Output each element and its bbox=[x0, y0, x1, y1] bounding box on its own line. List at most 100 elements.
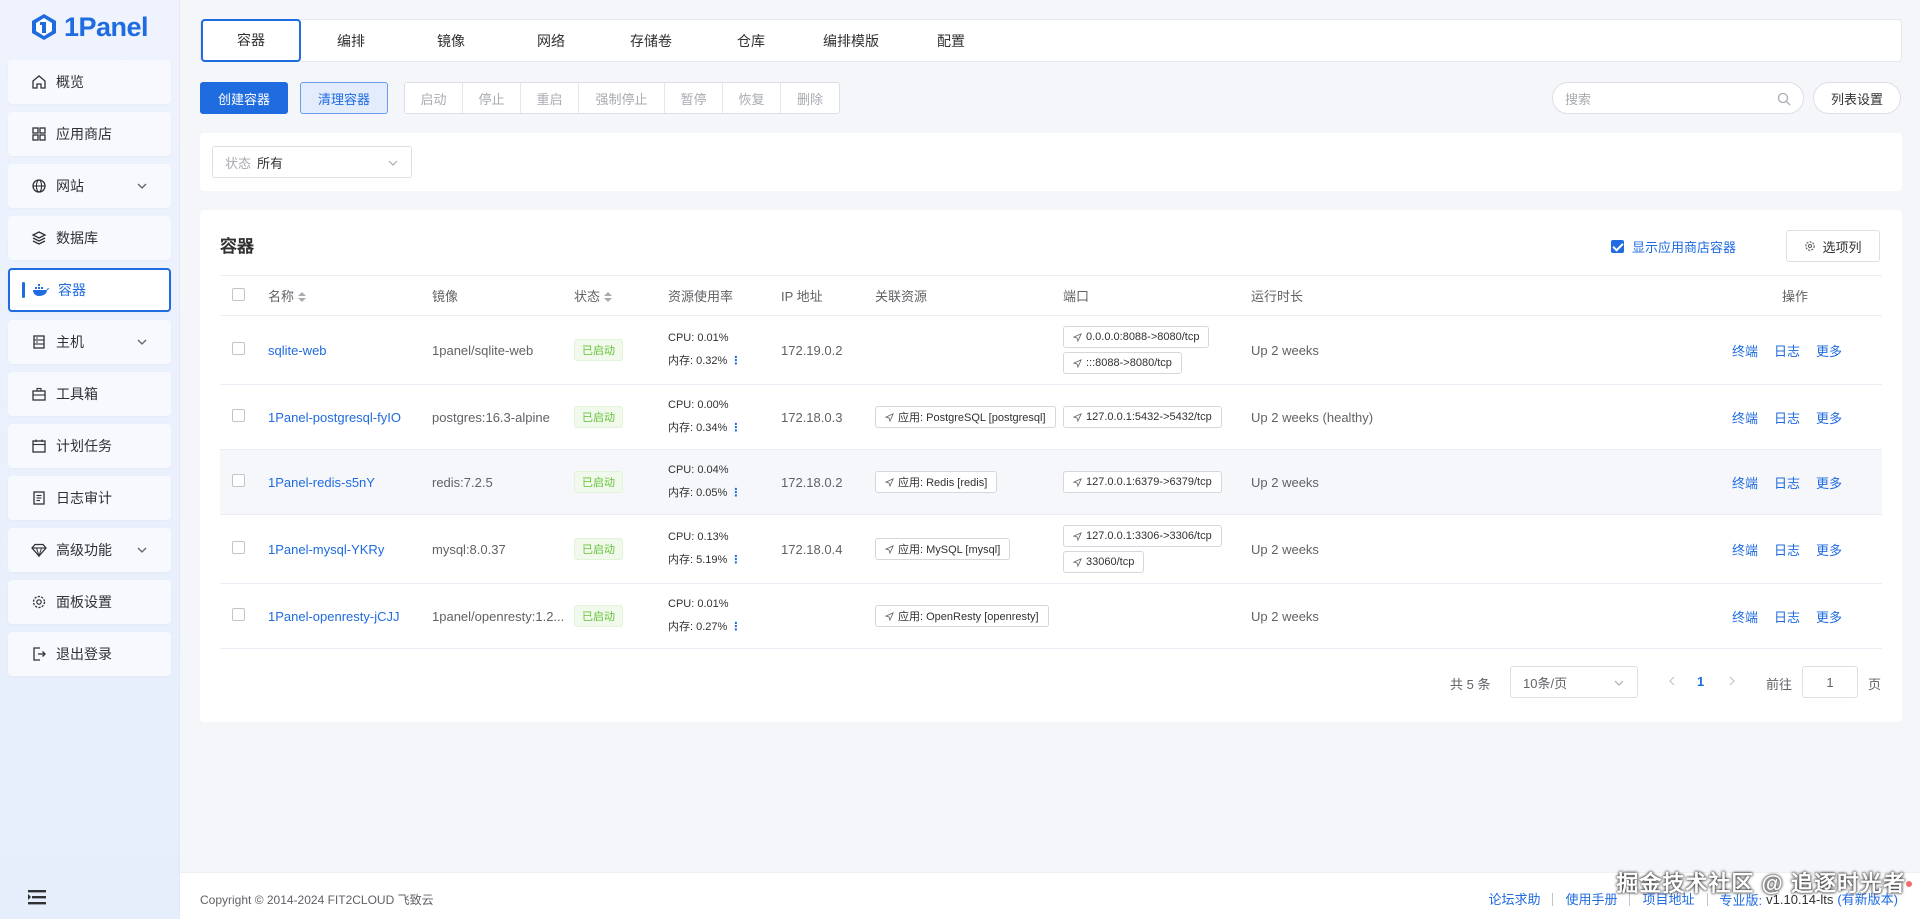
batch-button-4[interactable]: 暂停 bbox=[665, 83, 723, 113]
terminal-button[interactable]: 终端 bbox=[1732, 476, 1758, 491]
port-tag[interactable]: 127.0.0.1:6379->6379/tcp bbox=[1063, 471, 1222, 493]
chevron-right-icon[interactable] bbox=[1726, 675, 1738, 687]
more-vertical-icon[interactable]: ⋮ bbox=[730, 554, 741, 566]
sidebar-item-2[interactable]: 网站 bbox=[8, 164, 171, 208]
page-size-select[interactable]: 10条/页 bbox=[1510, 666, 1638, 698]
more-vertical-icon[interactable]: ⋮ bbox=[730, 621, 741, 633]
row-checkbox[interactable] bbox=[232, 608, 245, 621]
menu-collapse-icon[interactable] bbox=[26, 887, 48, 907]
create-container-button[interactable]: 创建容器 bbox=[200, 82, 288, 114]
forum-link[interactable]: 论坛求助 bbox=[1476, 893, 1554, 906]
grid-icon bbox=[30, 125, 48, 143]
checkbox-checked-icon[interactable] bbox=[1611, 240, 1624, 253]
more-button[interactable]: 更多 bbox=[1816, 344, 1842, 359]
current-page[interactable]: 1 bbox=[1697, 674, 1704, 689]
port-text: 33060/tcp bbox=[1086, 556, 1135, 568]
terminal-button[interactable]: 终端 bbox=[1732, 610, 1758, 625]
sort-icon[interactable] bbox=[298, 292, 307, 302]
port-tag[interactable]: 127.0.0.1:3306->3306/tcp bbox=[1063, 525, 1222, 547]
chevron-down-icon[interactable] bbox=[135, 543, 149, 557]
batch-button-0[interactable]: 启动 bbox=[405, 83, 463, 113]
sidebar-item-label: 退出登录 bbox=[56, 646, 112, 662]
sidebar-item-4[interactable]: 容器 bbox=[8, 268, 171, 312]
sidebar-item-1[interactable]: 应用商店 bbox=[8, 112, 171, 156]
batch-button-5[interactable]: 恢复 bbox=[723, 83, 781, 113]
sidebar-item-10[interactable]: 面板设置 bbox=[8, 580, 171, 624]
chevron-down-icon[interactable] bbox=[135, 335, 149, 349]
log-button[interactable]: 日志 bbox=[1774, 610, 1800, 625]
chevron-left-icon[interactable] bbox=[1666, 675, 1678, 687]
more-button[interactable]: 更多 bbox=[1816, 476, 1842, 491]
link-arrow-icon bbox=[1073, 332, 1082, 342]
sidebar-item-0[interactable]: 概览 bbox=[8, 60, 171, 104]
chevron-down-icon[interactable] bbox=[135, 179, 149, 193]
log-button[interactable]: 日志 bbox=[1774, 476, 1800, 491]
sidebar-item-5[interactable]: 主机 bbox=[8, 320, 171, 364]
log-button[interactable]: 日志 bbox=[1774, 344, 1800, 359]
terminal-button[interactable]: 终端 bbox=[1732, 543, 1758, 558]
container-name-link[interactable]: 1Panel-mysql-YKRy bbox=[268, 542, 384, 557]
terminal-button[interactable]: 终端 bbox=[1732, 344, 1758, 359]
port-tag[interactable]: :::8088->8080/tcp bbox=[1063, 352, 1182, 374]
sidebar-item-8[interactable]: 日志审计 bbox=[8, 476, 171, 520]
search-input[interactable]: 搜索 bbox=[1552, 82, 1804, 114]
link-arrow-icon bbox=[1073, 557, 1082, 567]
logo[interactable]: 1Panel bbox=[0, 0, 179, 54]
log-button[interactable]: 日志 bbox=[1774, 543, 1800, 558]
more-button[interactable]: 更多 bbox=[1816, 543, 1842, 558]
related-resource-tag[interactable]: 应用: MySQL [mysql] bbox=[875, 538, 1011, 560]
container-name-link[interactable]: sqlite-web bbox=[268, 343, 327, 358]
more-button[interactable]: 更多 bbox=[1816, 411, 1842, 426]
more-vertical-icon[interactable]: ⋮ bbox=[730, 355, 741, 367]
row-checkbox[interactable] bbox=[232, 474, 245, 487]
header-ops: 操作 bbox=[1492, 275, 1882, 316]
more-vertical-icon[interactable]: ⋮ bbox=[730, 422, 741, 434]
terminal-button[interactable]: 终端 bbox=[1732, 411, 1758, 426]
port-tag[interactable]: 33060/tcp bbox=[1063, 551, 1145, 573]
search-icon[interactable] bbox=[1777, 92, 1791, 106]
tab-5[interactable]: 仓库 bbox=[701, 20, 801, 61]
tab-7[interactable]: 配置 bbox=[901, 20, 1001, 61]
batch-button-3[interactable]: 强制停止 bbox=[579, 83, 665, 113]
list-settings-button[interactable]: 列表设置 bbox=[1813, 82, 1901, 114]
sidebar-item-11[interactable]: 退出登录 bbox=[8, 632, 171, 676]
sidebar-item-6[interactable]: 工具箱 bbox=[8, 372, 171, 416]
sidebar-item-7[interactable]: 计划任务 bbox=[8, 424, 171, 468]
row-checkbox[interactable] bbox=[232, 409, 245, 422]
tab-2[interactable]: 镜像 bbox=[401, 20, 501, 61]
container-name-link[interactable]: 1Panel-postgresql-fyIO bbox=[268, 410, 401, 425]
more-vertical-icon[interactable]: ⋮ bbox=[730, 487, 741, 499]
tab-6[interactable]: 编排模版 bbox=[801, 20, 901, 61]
header-status[interactable]: 状态 bbox=[574, 275, 668, 316]
sort-icon[interactable] bbox=[604, 292, 613, 302]
batch-button-6[interactable]: 删除 bbox=[781, 83, 839, 113]
tab-4[interactable]: 存储卷 bbox=[601, 20, 701, 61]
select-all-checkbox[interactable] bbox=[232, 287, 245, 301]
sidebar-item-9[interactable]: 高级功能 bbox=[8, 528, 171, 572]
column-select-button[interactable]: 选项列 bbox=[1786, 230, 1880, 262]
batch-button-1[interactable]: 停止 bbox=[463, 83, 521, 113]
tab-1[interactable]: 编排 bbox=[301, 20, 401, 61]
related-resource-tag[interactable]: 应用: Redis [redis] bbox=[875, 471, 998, 493]
goto-page-input[interactable]: 1 bbox=[1802, 666, 1858, 698]
tab-3[interactable]: 网络 bbox=[501, 20, 601, 61]
container-name-link[interactable]: 1Panel-openresty-jCJJ bbox=[268, 609, 400, 624]
container-name-link[interactable]: 1Panel-redis-s5nY bbox=[268, 475, 375, 490]
row-checkbox[interactable] bbox=[232, 541, 245, 554]
logout-icon bbox=[30, 645, 48, 663]
port-tag[interactable]: 0.0.0.0:8088->8080/tcp bbox=[1063, 326, 1210, 348]
clean-container-button[interactable]: 清理容器 bbox=[300, 82, 388, 114]
tab-0[interactable]: 容器 bbox=[201, 18, 301, 62]
row-checkbox[interactable] bbox=[232, 342, 245, 355]
header-name[interactable]: 名称 bbox=[268, 275, 432, 316]
show-app-containers-checkbox[interactable]: 显示应用商店容器 bbox=[1611, 237, 1736, 256]
sidebar-item-3[interactable]: 数据库 bbox=[8, 216, 171, 260]
log-button[interactable]: 日志 bbox=[1774, 411, 1800, 426]
batch-button-2[interactable]: 重启 bbox=[521, 83, 579, 113]
status-filter-select[interactable]: 状态 所有 bbox=[212, 146, 412, 178]
status-filter-value: 所有 bbox=[257, 155, 284, 171]
related-resource-tag[interactable]: 应用: PostgreSQL [postgresql] bbox=[875, 406, 1056, 428]
port-tag[interactable]: 127.0.0.1:5432->5432/tcp bbox=[1063, 406, 1222, 428]
more-button[interactable]: 更多 bbox=[1816, 610, 1842, 625]
related-resource-tag[interactable]: 应用: OpenResty [openresty] bbox=[875, 605, 1049, 627]
